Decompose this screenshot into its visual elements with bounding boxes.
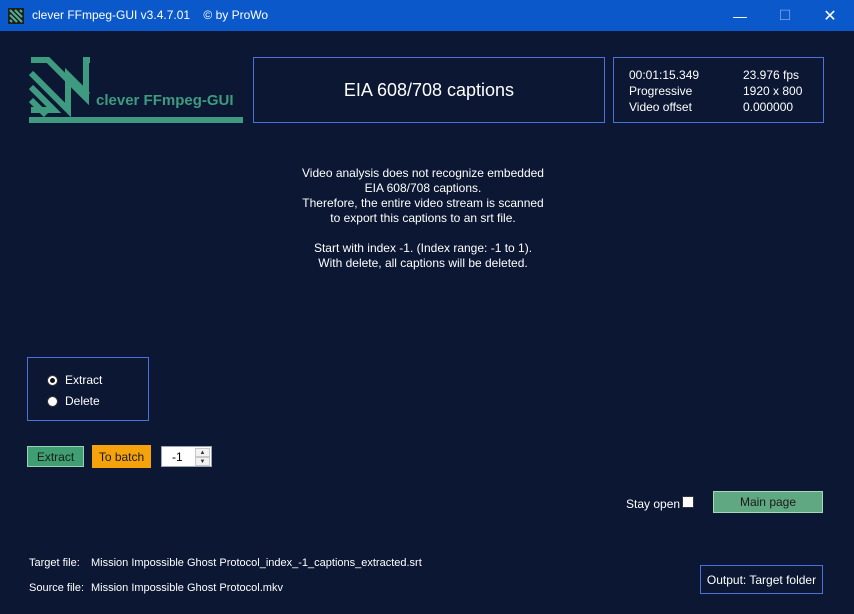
index-value[interactable]: -1 <box>172 450 183 464</box>
resolution: 1920 x 800 <box>743 84 803 98</box>
maximize-button[interactable]: ☐ <box>762 0 808 31</box>
window-title: clever FFmpeg-GUI v3.4.7.01 © by ProWo <box>32 8 269 22</box>
page-title-box: EIA 608/708 captions <box>253 57 605 123</box>
stepper-up-icon[interactable]: ▲ <box>195 448 210 457</box>
stay-open-label: Stay open <box>626 497 681 511</box>
radio-extract-label: Extract <box>65 373 103 387</box>
scan-type: Progressive <box>629 84 693 98</box>
output-label: Output: Target folder <box>706 572 817 587</box>
video-offset-value: 0.000000 <box>743 100 794 114</box>
minimize-button[interactable]: — <box>717 0 763 31</box>
message-line: Start with index -1. (Index range: -1 to… <box>313 241 533 255</box>
message-line: EIA 608/708 captions. <box>364 181 482 195</box>
video-offset-label: Video offset <box>629 100 692 114</box>
message-line <box>0 226 846 241</box>
radio-extract[interactable]: Extract <box>47 373 102 387</box>
duration: 00:01:15.349 <box>629 68 700 82</box>
message-line: Video analysis does not recognize embedd… <box>302 166 544 180</box>
title-bar: clever FFmpeg-GUI v3.4.7.01 © by ProWo —… <box>0 0 854 31</box>
radio-delete[interactable]: Delete <box>47 394 100 408</box>
info-message: Video analysis does not recognize embedd… <box>0 166 846 271</box>
source-file-label: Source file: <box>29 582 85 594</box>
app-icon <box>8 8 24 24</box>
ffmpeg-logo <box>28 57 243 123</box>
page-title: EIA 608/708 captions <box>343 79 515 100</box>
target-file-label: Target file: <box>29 557 80 569</box>
message-line: With delete, all captions will be delete… <box>318 256 528 270</box>
radio-button[interactable] <box>47 395 58 407</box>
message-line: Therefore, the entire video stream is sc… <box>302 196 544 210</box>
to-batch-button[interactable]: To batch <box>92 445 151 468</box>
source-file-value: Mission Impossible Ghost Protocol.mkv <box>91 582 283 594</box>
radio-button-selected[interactable] <box>47 374 58 386</box>
radio-delete-label: Delete <box>65 394 100 408</box>
main-page-button[interactable]: Main page <box>713 491 823 513</box>
fps: 23.976 fps <box>743 68 800 82</box>
message-line: to export this captions to an srt file. <box>330 211 516 225</box>
mode-group: Extract Delete <box>27 357 149 421</box>
index-stepper[interactable]: -1 ▲ ▼ <box>161 446 212 467</box>
output-target-folder-button[interactable]: Output: Target folder <box>700 565 823 594</box>
target-file-value: Mission Impossible Ghost Protocol_index_… <box>91 557 422 569</box>
stay-open-checkbox[interactable] <box>682 496 694 508</box>
video-info-panel: 00:01:15.349 23.976 fps Progressive 1920… <box>613 57 824 123</box>
close-button[interactable]: ✕ <box>807 0 853 31</box>
logo-text: clever FFmpeg-GUI <box>96 92 234 109</box>
extract-button[interactable]: Extract <box>27 446 84 467</box>
stepper-down-icon[interactable]: ▼ <box>195 457 210 466</box>
